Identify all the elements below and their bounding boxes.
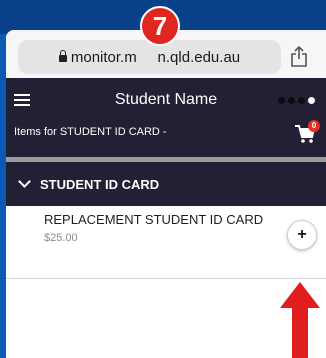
list-item: REPLACEMENT STUDENT ID CARD $25.00 + — [6, 206, 326, 279]
share-icon[interactable] — [290, 46, 308, 68]
url-text: monitor.m n.qld.edu.au — [70, 48, 241, 66]
cart-count-badge: 0 — [308, 120, 320, 132]
phone-screen: monitor.m n.qld.edu.au Student Name Item… — [6, 30, 326, 358]
product-price: $25.00 — [44, 232, 78, 244]
address-bar[interactable]: monitor.m n.qld.edu.au — [18, 40, 281, 74]
page-title: Student Name — [114, 91, 218, 108]
product-name: REPLACEMENT STUDENT ID CARD — [44, 212, 264, 227]
menu-icon[interactable] — [14, 94, 30, 106]
step-number-badge: 7 — [140, 6, 180, 46]
section-header[interactable]: STUDENT ID CARD — [6, 162, 326, 206]
section-title: STUDENT ID CARD — [40, 177, 160, 192]
app-header: Student Name Items for STUDENT ID CARD -… — [6, 78, 326, 157]
arrow-up-icon — [280, 282, 320, 358]
chevron-down-icon — [18, 175, 31, 188]
add-to-cart-button[interactable]: + — [287, 220, 317, 250]
lock-icon — [58, 49, 67, 63]
more-dots-icon[interactable] — [278, 97, 326, 105]
items-for-label: Items for STUDENT ID CARD - — [14, 126, 167, 138]
